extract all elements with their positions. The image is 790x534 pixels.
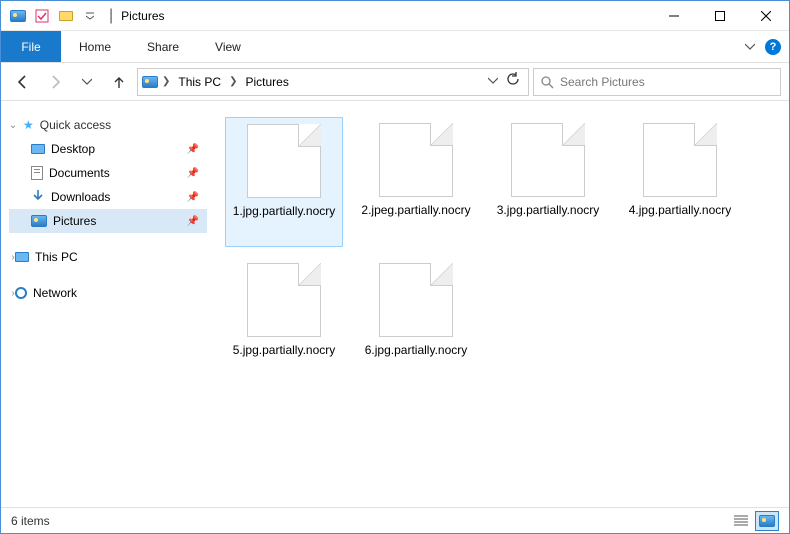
pin-icon: 📌 [187, 192, 199, 203]
nav-desktop[interactable]: Desktop 📌 [9, 137, 207, 161]
breadcrumb-pictures[interactable]: Pictures [241, 73, 292, 91]
file-name: 2.jpeg.partially.nocry [361, 203, 470, 219]
nav-network[interactable]: › Network [9, 281, 207, 305]
pin-icon: 📌 [187, 168, 199, 179]
search-icon [540, 75, 554, 89]
forward-button[interactable] [41, 68, 69, 96]
file-list[interactable]: 1.jpg.partially.nocry 2.jpeg.partially.n… [211, 101, 789, 507]
file-icon [247, 124, 321, 198]
file-name: 6.jpg.partially.nocry [365, 343, 468, 359]
navigation-bar: ❯ This PC ❯ Pictures Search Pictures [1, 63, 789, 101]
file-icon [379, 123, 453, 197]
file-item[interactable]: 4.jpg.partially.nocry [621, 117, 739, 247]
tab-home[interactable]: Home [61, 31, 129, 62]
ribbon-expand-icon[interactable] [745, 38, 755, 56]
nav-label: This PC [35, 250, 78, 264]
properties-icon[interactable] [31, 5, 53, 27]
download-icon [31, 189, 45, 206]
window-title: Pictures [121, 9, 164, 23]
up-button[interactable] [105, 68, 133, 96]
nav-quick-access[interactable]: ⌄ ★ Quick access [9, 113, 207, 137]
search-placeholder: Search Pictures [560, 75, 645, 89]
nav-documents[interactable]: Documents 📌 [9, 161, 207, 185]
file-icon [643, 123, 717, 197]
close-button[interactable] [743, 1, 789, 31]
chevron-down-icon[interactable]: ⌄ [7, 120, 19, 131]
pin-icon: 📌 [187, 144, 199, 155]
address-dropdown-icon[interactable] [488, 73, 498, 91]
nav-label: Downloads [51, 190, 110, 204]
file-icon [379, 263, 453, 337]
qat-dropdown-icon[interactable] [79, 5, 101, 27]
location-picture-icon [142, 76, 158, 88]
chevron-right-icon[interactable]: › [7, 288, 19, 299]
address-bar[interactable]: ❯ This PC ❯ Pictures [137, 68, 529, 96]
nav-pictures[interactable]: Pictures 📌 [9, 209, 207, 233]
content-area: ⌄ ★ Quick access Desktop 📌 Documents 📌 D… [1, 101, 789, 507]
nav-label: Documents [49, 166, 110, 180]
file-name: 1.jpg.partially.nocry [233, 204, 336, 220]
folder-picture-icon [7, 5, 29, 27]
title-separator: | [109, 7, 113, 25]
file-name: 4.jpg.partially.nocry [629, 203, 732, 219]
nav-this-pc[interactable]: › This PC [9, 245, 207, 269]
file-name: 3.jpg.partially.nocry [497, 203, 600, 219]
chevron-right-icon[interactable]: ❯ [162, 76, 170, 87]
navigation-pane: ⌄ ★ Quick access Desktop 📌 Documents 📌 D… [1, 101, 211, 507]
file-icon [247, 263, 321, 337]
status-text: 6 items [11, 514, 50, 528]
quick-access-toolbar [7, 5, 101, 27]
tab-view[interactable]: View [197, 31, 259, 62]
file-icon [511, 123, 585, 197]
view-large-icons-button[interactable] [755, 511, 779, 531]
file-item[interactable]: 3.jpg.partially.nocry [489, 117, 607, 247]
pin-icon: 📌 [187, 216, 199, 227]
maximize-button[interactable] [697, 1, 743, 31]
view-switcher [729, 511, 779, 531]
window-controls [651, 1, 789, 31]
file-item[interactable]: 5.jpg.partially.nocry [225, 257, 343, 387]
ribbon: File Home Share View ? [1, 31, 789, 63]
file-item[interactable]: 1.jpg.partially.nocry [225, 117, 343, 247]
picture-icon [31, 215, 47, 227]
new-folder-icon[interactable] [55, 5, 77, 27]
nav-label: Desktop [51, 142, 95, 156]
breadcrumb-this-pc[interactable]: This PC [174, 73, 225, 91]
document-icon [31, 166, 43, 180]
search-input[interactable]: Search Pictures [533, 68, 781, 96]
back-button[interactable] [9, 68, 37, 96]
file-name: 5.jpg.partially.nocry [233, 343, 336, 359]
nav-label: Network [33, 286, 77, 300]
nav-downloads[interactable]: Downloads 📌 [9, 185, 207, 209]
file-item[interactable]: 6.jpg.partially.nocry [357, 257, 475, 387]
titlebar: | Pictures [1, 1, 789, 31]
chevron-right-icon[interactable]: › [7, 252, 19, 263]
tab-share[interactable]: Share [129, 31, 197, 62]
view-details-button[interactable] [729, 511, 753, 531]
chevron-right-icon[interactable]: ❯ [229, 76, 237, 87]
refresh-icon[interactable] [506, 72, 520, 91]
desktop-icon [31, 144, 45, 154]
recent-locations-button[interactable] [73, 68, 101, 96]
star-icon: ★ [23, 118, 34, 132]
nav-label: Pictures [53, 214, 96, 228]
minimize-button[interactable] [651, 1, 697, 31]
file-tab[interactable]: File [1, 31, 61, 62]
status-bar: 6 items [1, 507, 789, 533]
nav-label: Quick access [40, 118, 111, 132]
help-icon[interactable]: ? [765, 39, 781, 55]
file-item[interactable]: 2.jpeg.partially.nocry [357, 117, 475, 247]
